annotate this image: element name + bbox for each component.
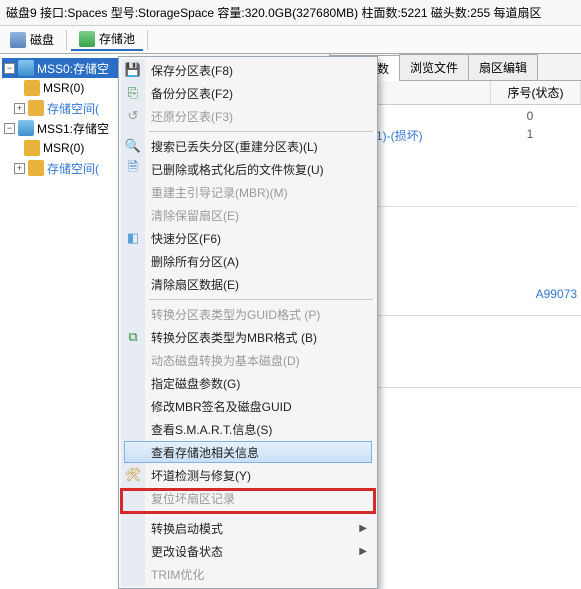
lock-icon (28, 160, 44, 176)
menu-search-lost-partitions[interactable]: 🔍 搜索已丢失分区(重建分区表)(L) (121, 135, 375, 158)
menu-label: 坏道检测与修复(Y) (151, 467, 251, 484)
menu-rebuild-mbr[interactable]: 重建主引导记录(MBR)(M) (121, 181, 375, 204)
expand-icon[interactable]: + (14, 103, 25, 114)
menu-delete-all-partitions[interactable]: 删除所有分区(A) (121, 250, 375, 273)
menu-label: 清除保留扇区(E) (151, 207, 239, 224)
tree-label: MSR(0) (43, 141, 84, 155)
menu-label: 备份分区表(F2) (151, 85, 233, 102)
menu-modify-mbr-signature[interactable]: 修改MBR签名及磁盘GUID (121, 395, 375, 418)
pool-pane-label: 存储池 (99, 30, 135, 47)
menu-label: TRIM优化 (151, 566, 204, 583)
convert-icon: ⧉ (125, 329, 141, 345)
pool-icon (79, 31, 95, 47)
lock-icon (24, 80, 40, 96)
submenu-arrow-icon: ▶ (359, 523, 367, 534)
menu-label: 指定磁盘参数(G) (151, 375, 240, 392)
tree-label: MSS0:存储空 (37, 60, 109, 77)
value-id: A99073 (536, 287, 577, 301)
toolbar-separator (66, 30, 67, 50)
menu-view-storage-pool-info[interactable]: 查看存储池相关信息 (121, 441, 375, 464)
menu-separator (149, 513, 373, 514)
lock-icon (28, 100, 44, 116)
menu-change-device-state[interactable]: 更改设备状态 ▶ (121, 540, 375, 563)
menu-quick-partition[interactable]: ◧ 快速分区(F6) (121, 227, 375, 250)
tree-label: 存储空间( (47, 160, 99, 177)
wrench-icon: 🛠 (125, 467, 141, 483)
search-icon: 🔍 (125, 138, 141, 154)
menu-reset-bad-sectors[interactable]: 复位坏扇区记录 (121, 487, 375, 510)
submenu-arrow-icon: ▶ (359, 546, 367, 557)
menu-separator (149, 299, 373, 300)
partition-status: 0 (485, 109, 575, 123)
context-menu: 💾 保存分区表(F8) ⎘ 备份分区表(F2) ↺ 还原分区表(F3) 🔍 搜索… (118, 56, 378, 589)
menu-label: 动态磁盘转换为基本磁盘(D) (151, 352, 300, 369)
menu-recover-files[interactable]: 🗎 已删除或格式化后的文件恢复(U) (121, 158, 375, 181)
partition-status: 1 (485, 127, 575, 144)
tree-label: MSR(0) (43, 81, 84, 95)
menu-specify-disk-params[interactable]: 指定磁盘参数(G) (121, 372, 375, 395)
toolbar: 磁盘 存储池 (0, 26, 581, 54)
menu-restore-partition-table[interactable]: ↺ 还原分区表(F3) (121, 105, 375, 128)
disk-pane-label: 磁盘 (30, 31, 54, 48)
menu-clear-sector-data[interactable]: 清除扇区数据(E) (121, 273, 375, 296)
menu-label: 还原分区表(F3) (151, 108, 233, 125)
menu-label: 重建主引导记录(MBR)(M) (151, 184, 288, 201)
menu-label: 转换分区表类型为GUID格式 (P) (151, 306, 320, 323)
menu-change-boot-mode[interactable]: 转换启动模式 ▶ (121, 517, 375, 540)
menu-label: 复位坏扇区记录 (151, 490, 235, 507)
menu-label: 查看S.M.A.R.T.信息(S) (151, 421, 272, 438)
partition-icon: ◧ (125, 230, 141, 246)
collapse-icon[interactable]: − (4, 123, 15, 134)
toolbar-separator (147, 30, 148, 50)
menu-label: 转换分区表类型为MBR格式 (B) (151, 329, 317, 346)
storage-space-icon (18, 120, 34, 136)
menu-label: 保存分区表(F8) (151, 62, 233, 79)
save-icon: 💾 (125, 62, 141, 78)
restore-icon: ↺ (125, 108, 141, 124)
menu-label: 清除扇区数据(E) (151, 276, 239, 293)
menu-label: 快速分区(F6) (151, 230, 221, 247)
menu-convert-mbr[interactable]: ⧉ 转换分区表类型为MBR格式 (B) (121, 326, 375, 349)
tree-label: 存储空间( (47, 100, 99, 117)
collapse-icon[interactable]: − (4, 63, 15, 74)
menu-convert-guid[interactable]: 转换分区表类型为GUID格式 (P) (121, 303, 375, 326)
recover-icon: 🗎 (125, 161, 141, 177)
tab-browse-files[interactable]: 浏览文件 (399, 54, 469, 80)
menu-label: 转换启动模式 (151, 520, 223, 537)
menu-clear-reserved-sectors[interactable]: 清除保留扇区(E) (121, 204, 375, 227)
menu-backup-partition-table[interactable]: ⎘ 备份分区表(F2) (121, 82, 375, 105)
expand-icon[interactable]: + (14, 163, 25, 174)
menu-view-smart[interactable]: 查看S.M.A.R.T.信息(S) (121, 418, 375, 441)
backup-icon: ⎘ (125, 85, 141, 101)
menu-label: 查看存储池相关信息 (151, 444, 259, 461)
disk-pane-button[interactable]: 磁盘 (2, 29, 62, 50)
disk-icon (10, 32, 26, 48)
menu-separator (149, 131, 373, 132)
pool-pane-button[interactable]: 存储池 (71, 28, 143, 51)
disk-info-bar: 磁盘9 接口:Spaces 型号:StorageSpace 容量:320.0GB… (0, 0, 581, 26)
menu-label: 修改MBR签名及磁盘GUID (151, 398, 292, 415)
menu-label: 搜索已丢失分区(重建分区表)(L) (151, 138, 318, 155)
menu-bad-track-check[interactable]: 🛠 坏道检测与修复(Y) (121, 464, 375, 487)
menu-label: 已删除或格式化后的文件恢复(U) (151, 161, 324, 178)
lock-icon (24, 140, 40, 156)
menu-dynamic-to-basic[interactable]: 动态磁盘转换为基本磁盘(D) (121, 349, 375, 372)
tab-sector-edit[interactable]: 扇区编辑 (468, 54, 538, 80)
tree-label: MSS1:存储空 (37, 120, 109, 137)
storage-space-icon (18, 60, 34, 76)
col-status: 序号(状态) (491, 81, 581, 104)
menu-label: 删除所有分区(A) (151, 253, 239, 270)
menu-trim-optimize[interactable]: TRIM优化 (121, 563, 375, 586)
menu-save-partition-table[interactable]: 💾 保存分区表(F8) (121, 59, 375, 82)
menu-label: 更改设备状态 (151, 543, 223, 560)
